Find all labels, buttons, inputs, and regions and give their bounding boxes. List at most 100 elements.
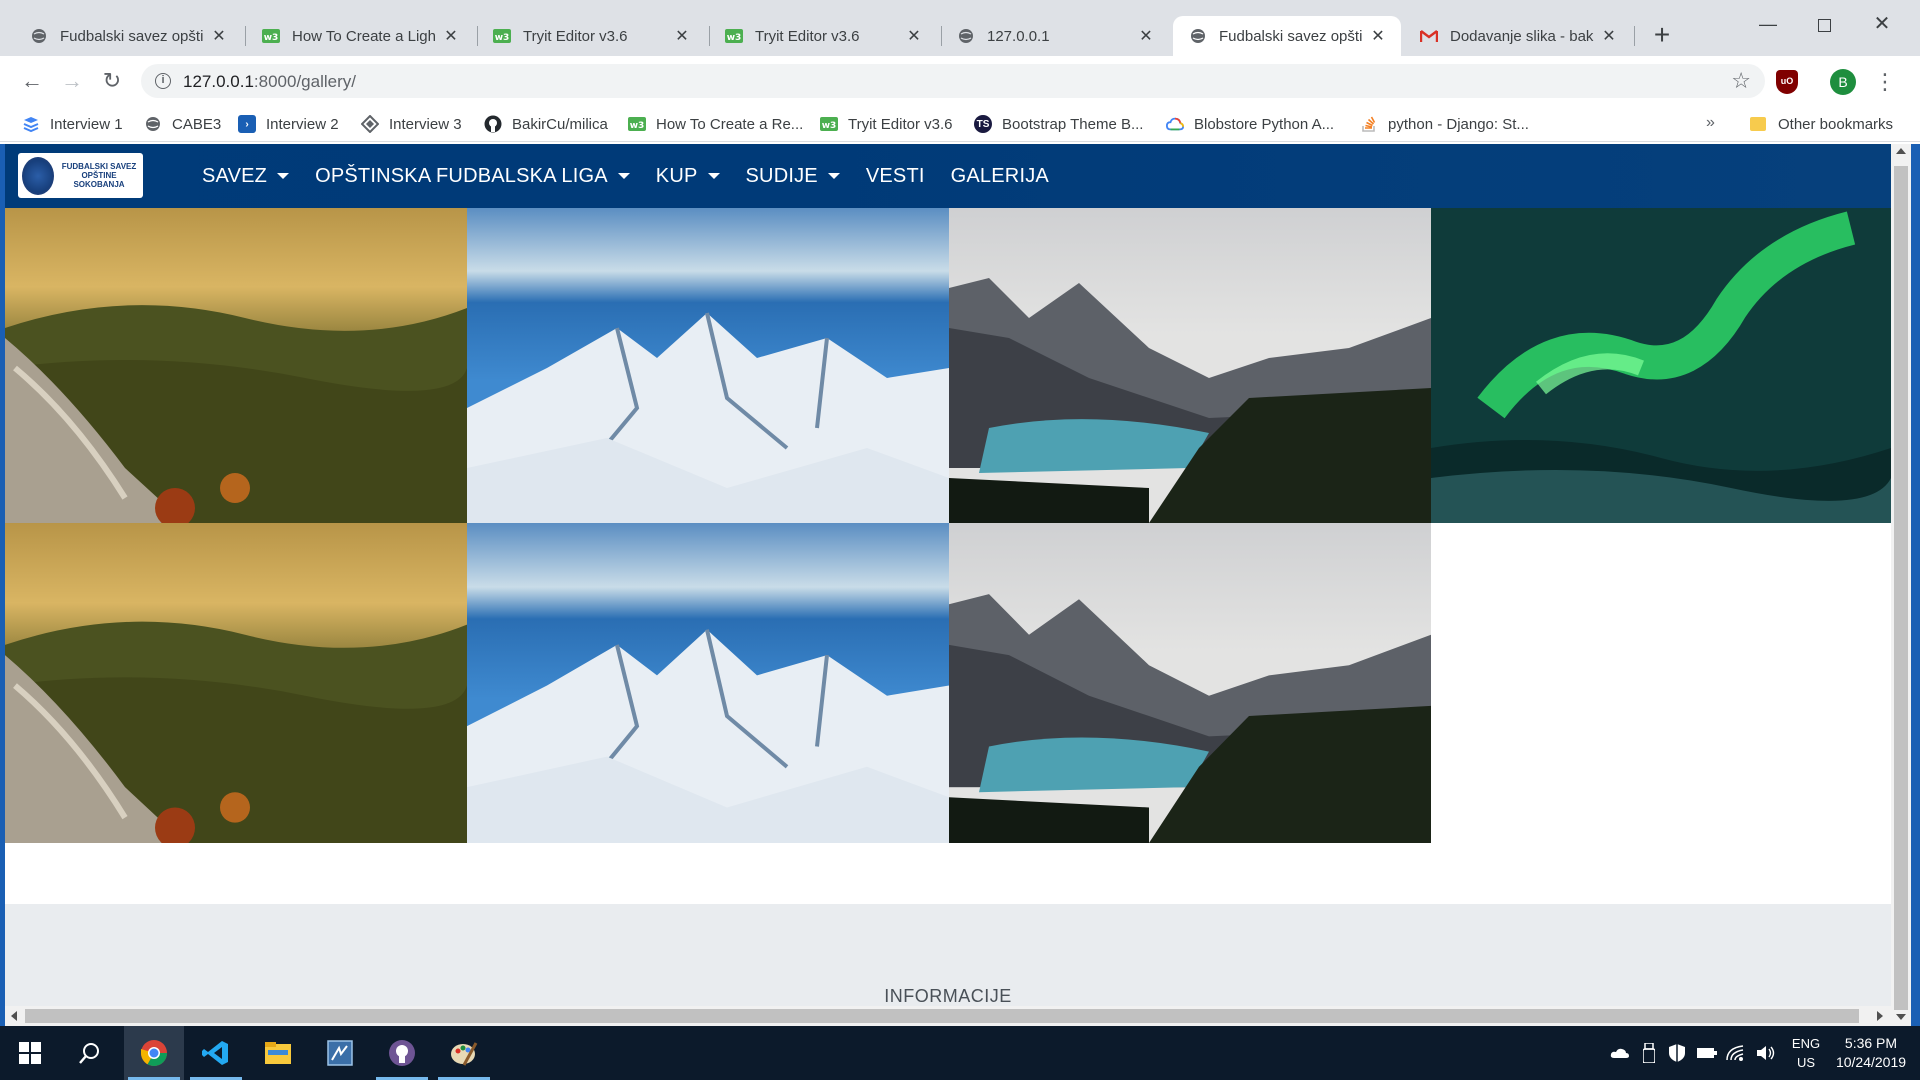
close-icon[interactable]: ✕: [1600, 26, 1618, 46]
nav-savez[interactable]: SAVEZ: [202, 165, 290, 188]
footer-title: INFORMACIJE: [884, 986, 1012, 1006]
svg-text:w3: w3: [822, 121, 837, 131]
nav-opstinska-liga[interactable]: OPŠTINSKA FUDBALSKA LIGA: [315, 165, 630, 188]
close-icon[interactable]: ✕: [1369, 26, 1387, 46]
bookmark-item[interactable]: w3 Tryit Editor v3.6: [820, 112, 952, 136]
bookmark-item[interactable]: CABE3: [144, 112, 221, 136]
gallery-photo-forest[interactable]: [5, 208, 467, 523]
nav-label: OPŠTINSKA FUDBALSKA LIGA: [315, 164, 608, 187]
gallery-photo-forest[interactable]: [5, 523, 467, 843]
reload-icon[interactable]: ↻: [97, 66, 127, 96]
close-window-icon[interactable]: ✕: [1858, 8, 1906, 40]
bookmark-item[interactable]: Interview 3: [361, 112, 462, 136]
forward-icon[interactable]: →: [57, 66, 87, 96]
chrome-icon[interactable]: [124, 1026, 184, 1080]
paint-icon[interactable]: [434, 1026, 494, 1080]
bookmark-label: Interview 3: [389, 115, 462, 133]
scroll-up-icon[interactable]: [1896, 148, 1906, 154]
defender-icon[interactable]: [1664, 1026, 1690, 1080]
search-icon[interactable]: [60, 1026, 120, 1080]
usb-icon[interactable]: [1636, 1026, 1662, 1080]
tab-title: 127.0.0.1: [987, 27, 1050, 45]
bookmark-item[interactable]: › Interview 2: [238, 112, 339, 136]
browser-tab[interactable]: w3 Tryit Editor v3.6 ✕: [477, 16, 705, 56]
onedrive-icon[interactable]: [1606, 1026, 1634, 1080]
tryit-icon: w3: [628, 115, 646, 133]
vertical-scrollbar[interactable]: [1891, 144, 1911, 1026]
scroll-left-icon[interactable]: [11, 1011, 17, 1021]
file-explorer-icon[interactable]: [248, 1026, 308, 1080]
system-clock[interactable]: 5:36 PM 10/24/2019: [1826, 1034, 1916, 1072]
nav-label: GALERIJA: [950, 164, 1049, 187]
bookmark-label: Interview 2: [266, 115, 339, 133]
tab-strip: Fudbalski savez opštine ✕ w3 How To Crea…: [0, 0, 1920, 56]
scrollbar-thumb[interactable]: [1894, 166, 1908, 1010]
nav-sudije[interactable]: SUDIJE: [746, 165, 840, 188]
bookmark-item[interactable]: BakirCu/milica: [484, 112, 608, 136]
wifi-icon[interactable]: [1722, 1026, 1748, 1080]
other-bookmarks-folder[interactable]: Other bookmarks: [1750, 112, 1893, 136]
bookmark-star-icon[interactable]: ☆: [1731, 68, 1751, 94]
maximize-icon[interactable]: [1800, 8, 1848, 40]
address-bar[interactable]: i 127.0.0.1:8000/gallery/ ☆: [141, 64, 1765, 98]
url-text[interactable]: 127.0.0.1:8000/gallery/: [183, 72, 356, 92]
gallery-photo-snowy-mountains[interactable]: [467, 208, 949, 523]
browser-tab[interactable]: w3 Tryit Editor v3.6 ✕: [709, 16, 937, 56]
start-icon[interactable]: [0, 1026, 60, 1080]
bookmark-item[interactable]: TS Bootstrap Theme B...: [974, 112, 1143, 136]
language-code: ENG: [1791, 1036, 1821, 1051]
tryit-icon: w3: [725, 27, 743, 45]
site-logo[interactable]: FUDBALSKI SAVEZ OPŠTINE SOKOBANJA: [18, 153, 143, 198]
gallery-photo-aurora[interactable]: [1431, 208, 1891, 523]
gallery-photo-snowy-mountains[interactable]: [467, 523, 949, 843]
gallery-photo-mountain-lake[interactable]: [949, 208, 1431, 523]
volume-icon[interactable]: [1752, 1026, 1780, 1080]
bookmark-item[interactable]: Interview 1: [22, 112, 123, 136]
tab-title: Dodavanje slika - bakir: [1450, 27, 1594, 45]
browser-tab-active[interactable]: Fudbalski savez opštin ✕: [1173, 16, 1401, 56]
close-icon[interactable]: ✕: [905, 26, 923, 46]
bookmark-item[interactable]: Blobstore Python A...: [1166, 112, 1334, 136]
tryit-icon: w3: [820, 115, 838, 133]
bookmarks-overflow-button[interactable]: »: [1706, 114, 1715, 132]
nav-galerija[interactable]: GALERIJA: [951, 165, 1049, 188]
bookmark-label: Other bookmarks: [1778, 115, 1894, 133]
minimize-icon[interactable]: —: [1744, 8, 1792, 40]
docs-icon: [22, 115, 40, 133]
bookmark-item[interactable]: python - Django: St...: [1360, 112, 1529, 136]
browser-tab[interactable]: Dodavanje slika - bakir ✕: [1404, 16, 1632, 56]
close-icon[interactable]: ✕: [210, 26, 228, 46]
bookmarks-bar: Interview 1 CABE3 › Interview 2 Intervie…: [0, 106, 1920, 142]
bookmark-item[interactable]: w3 How To Create a Re...: [628, 112, 803, 136]
gallery-photo-mountain-lake[interactable]: [949, 523, 1431, 843]
browser-menu-icon[interactable]: ⋮: [1874, 68, 1896, 96]
scrollbar-thumb[interactable]: [25, 1009, 1859, 1023]
nav-vesti[interactable]: VESTI: [866, 165, 925, 188]
url-path: :8000/gallery/: [253, 72, 356, 91]
close-icon[interactable]: ✕: [1137, 26, 1155, 46]
horizontal-scrollbar[interactable]: [5, 1006, 1891, 1026]
scroll-right-icon[interactable]: [1877, 1011, 1883, 1021]
bookmark-label: Blobstore Python A...: [1194, 115, 1335, 133]
close-icon[interactable]: ✕: [673, 26, 691, 46]
github-icon: [484, 115, 502, 133]
browser-tab[interactable]: w3 How To Create a Lightb ✕: [246, 16, 474, 56]
close-icon[interactable]: ✕: [442, 26, 460, 46]
tab-separator: [1634, 26, 1635, 46]
back-icon[interactable]: ←: [17, 66, 47, 96]
info-icon[interactable]: i: [155, 73, 171, 89]
new-tab-button[interactable]: +: [1647, 21, 1677, 52]
profile-avatar[interactable]: B: [1830, 69, 1856, 95]
browser-tab[interactable]: Fudbalski savez opštine ✕: [14, 16, 242, 56]
vscode-icon[interactable]: [186, 1026, 246, 1080]
browser-tab[interactable]: 127.0.0.1 ✕: [941, 16, 1169, 56]
nav-kup[interactable]: KUP: [656, 165, 720, 188]
ublock-extension-icon[interactable]: uO: [1776, 70, 1798, 94]
tab-title: Tryit Editor v3.6: [755, 27, 860, 45]
language-indicator[interactable]: ENG US: [1788, 1034, 1824, 1072]
github-desktop-icon[interactable]: [372, 1026, 432, 1080]
app-icon[interactable]: [310, 1026, 370, 1080]
scroll-down-icon[interactable]: [1896, 1014, 1906, 1020]
battery-icon[interactable]: [1694, 1026, 1720, 1080]
svg-text:w3: w3: [727, 33, 742, 43]
